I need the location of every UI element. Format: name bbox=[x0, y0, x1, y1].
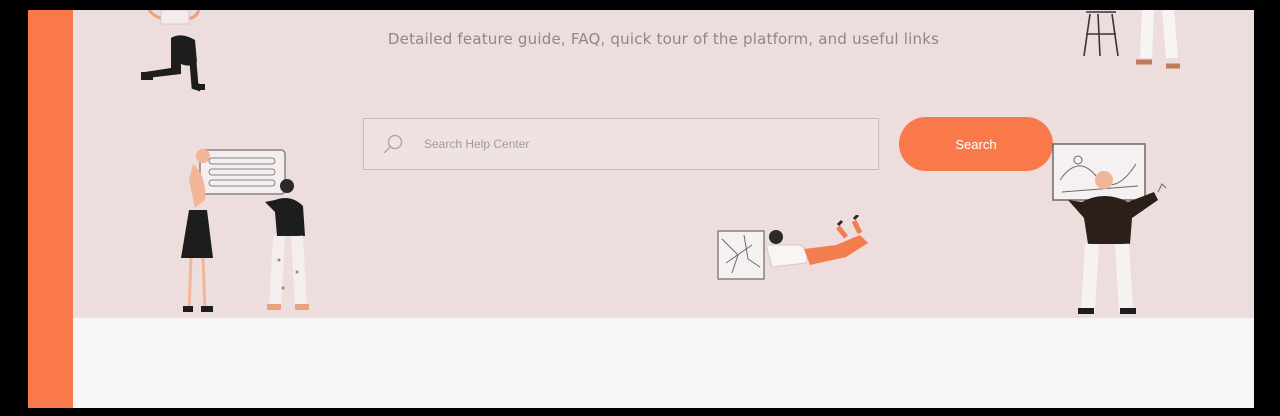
person-kneeling-illustration bbox=[141, 10, 205, 92]
search-field[interactable] bbox=[363, 118, 879, 170]
search-icon bbox=[383, 134, 403, 154]
page-content-area bbox=[73, 318, 1254, 408]
accent-side-bar bbox=[28, 10, 73, 408]
people-holding-form-illustration bbox=[181, 149, 309, 312]
browser-viewport: Detailed feature guide, FAQ, quick tour … bbox=[28, 10, 1254, 408]
person-at-whiteboard-illustration bbox=[1052, 143, 1167, 314]
help-center-hero: Detailed feature guide, FAQ, quick tour … bbox=[73, 10, 1254, 318]
search-button[interactable]: Search bbox=[899, 117, 1053, 171]
hero-subtitle: Detailed feature guide, FAQ, quick tour … bbox=[387, 30, 940, 48]
person-at-stool-illustration bbox=[1083, 10, 1180, 69]
search-input[interactable] bbox=[422, 136, 846, 152]
person-lying-reading-illustration bbox=[717, 215, 868, 280]
